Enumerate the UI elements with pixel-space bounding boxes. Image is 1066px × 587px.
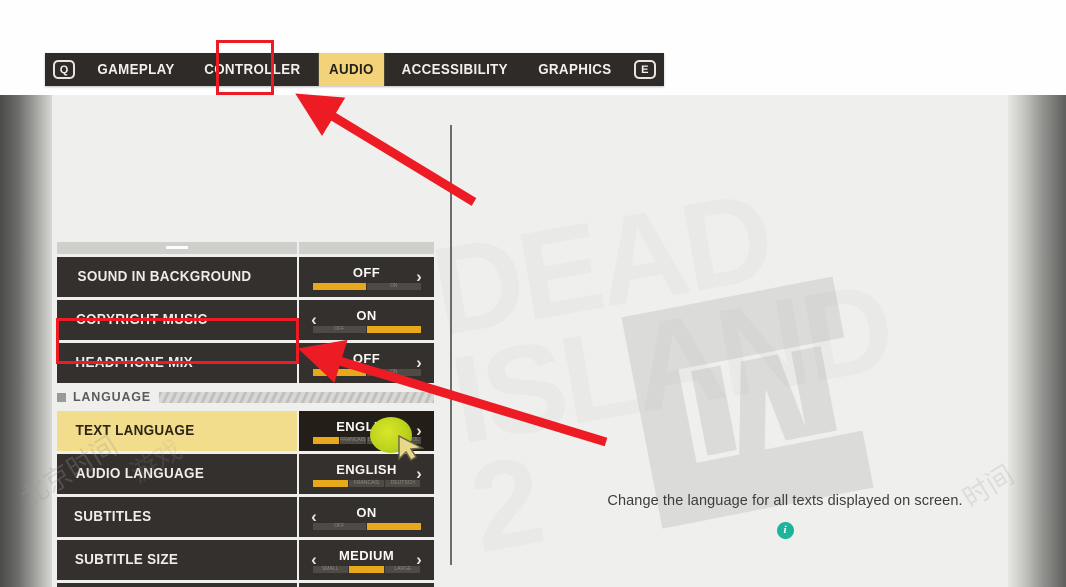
setting-value: MEDIUM xyxy=(338,547,395,563)
prev-tab-key-icon[interactable]: Q xyxy=(53,60,75,79)
tab-graphics[interactable]: GRAPHICS xyxy=(528,53,622,86)
segment-option[interactable]: LARGE xyxy=(385,565,421,573)
segment-option[interactable] xyxy=(312,479,348,487)
segment-option[interactable]: ON xyxy=(367,282,421,290)
scroll-nub-icon xyxy=(166,246,188,249)
segment-option[interactable]: SMALL xyxy=(312,565,348,573)
segment-option[interactable]: ON xyxy=(367,368,421,376)
segment-bar[interactable]: OFF ON xyxy=(312,368,421,376)
description-text: Change the language for all texts displa… xyxy=(607,493,963,509)
setting-control[interactable]: ‹ ON OFF ON xyxy=(299,497,434,537)
settings-tab-bar: Q GAMEPLAY CONTROLLER AUDIO ACCESSIBILIT… xyxy=(45,53,664,86)
scroll-up-indicator[interactable] xyxy=(57,242,434,254)
segment-bar[interactable]: SMALL MEDIUM LARGE xyxy=(312,565,421,573)
section-header-language: LANGUAGE xyxy=(57,387,434,407)
segment-bar[interactable]: OFF ON xyxy=(312,282,421,290)
segment-bar[interactable]: OFF ON xyxy=(312,522,421,530)
setting-label: SOUND IN BACKGROUND xyxy=(57,257,297,297)
annotation-box-audio-tab xyxy=(216,40,274,95)
segment-option[interactable]: FRANCAIS xyxy=(339,436,366,444)
segment-option[interactable] xyxy=(312,436,339,444)
setting-value: ON xyxy=(356,307,377,323)
setting-description-panel: Change the language for all texts displa… xyxy=(560,493,1010,539)
setting-control[interactable]: ‹ › 0.50 / 1.00 xyxy=(299,583,434,587)
setting-row-subtitle-size[interactable]: SUBTITLE SIZE ‹ › MEDIUM SMALL MEDIUM LA… xyxy=(57,540,434,580)
info-icon: i xyxy=(776,522,794,539)
section-rule xyxy=(158,391,434,403)
segment-option[interactable]: OFF xyxy=(312,522,366,530)
mouse-cursor-icon xyxy=(398,435,425,461)
setting-value: OFF xyxy=(352,264,381,280)
right-vignette xyxy=(1008,95,1066,587)
setting-label: SUBTITLES BACKGROUND xyxy=(57,583,297,587)
segment-option[interactable]: FRANCAIS xyxy=(348,479,385,487)
setting-row-subtitles-background[interactable]: SUBTITLES BACKGROUND ‹ › 0.50 / 1.00 xyxy=(57,583,434,587)
setting-row-subtitles[interactable]: SUBTITLES ‹ ON OFF ON xyxy=(57,497,434,537)
tab-gameplay[interactable]: GAMEPLAY xyxy=(87,53,185,86)
left-vignette xyxy=(0,95,52,587)
setting-label: SUBTITLES xyxy=(57,497,297,537)
tab-audio[interactable]: AUDIO xyxy=(318,53,384,86)
setting-label: SUBTITLE SIZE xyxy=(57,540,297,580)
setting-control[interactable]: ‹ ON OFF ON xyxy=(299,300,434,340)
panel-divider xyxy=(450,125,452,565)
setting-value: ENGLISH xyxy=(336,461,397,477)
top-bar: Q GAMEPLAY CONTROLLER AUDIO ACCESSIBILIT… xyxy=(0,0,1066,95)
settings-list[interactable]: SOUND IN BACKGROUND › OFF OFF ON COPYRIG… xyxy=(57,242,434,587)
segment-bar[interactable]: OFF ON xyxy=(312,325,421,333)
annotation-box-text-language xyxy=(56,318,299,364)
segment-option[interactable]: ON xyxy=(367,325,421,333)
segment-option[interactable]: MEDIUM xyxy=(348,565,385,573)
segment-option[interactable]: ON xyxy=(367,522,421,530)
rm-logo-watermark xyxy=(621,276,874,529)
setting-control[interactable]: › OFF OFF ON xyxy=(299,343,434,383)
tab-accessibility[interactable]: ACCESSIBILITY xyxy=(392,53,519,86)
setting-value: ON xyxy=(356,504,377,520)
segment-option[interactable]: OFF xyxy=(312,282,366,290)
segment-bar[interactable]: FRANCAIS DEUTSCH xyxy=(312,479,421,487)
setting-row-sound-in-background[interactable]: SOUND IN BACKGROUND › OFF OFF ON xyxy=(57,257,434,297)
segment-option[interactable]: OFF xyxy=(312,368,366,376)
section-marker-icon xyxy=(57,392,66,402)
setting-control[interactable]: › OFF OFF ON xyxy=(299,257,434,297)
next-tab-key-icon[interactable]: E xyxy=(633,60,656,79)
setting-value: OFF xyxy=(352,350,381,366)
section-title: LANGUAGE xyxy=(73,390,151,404)
segment-option[interactable]: DEUTSCH xyxy=(385,479,421,487)
segment-option[interactable]: OFF xyxy=(312,325,366,333)
setting-control[interactable]: ‹ › MEDIUM SMALL MEDIUM LARGE xyxy=(299,540,434,580)
